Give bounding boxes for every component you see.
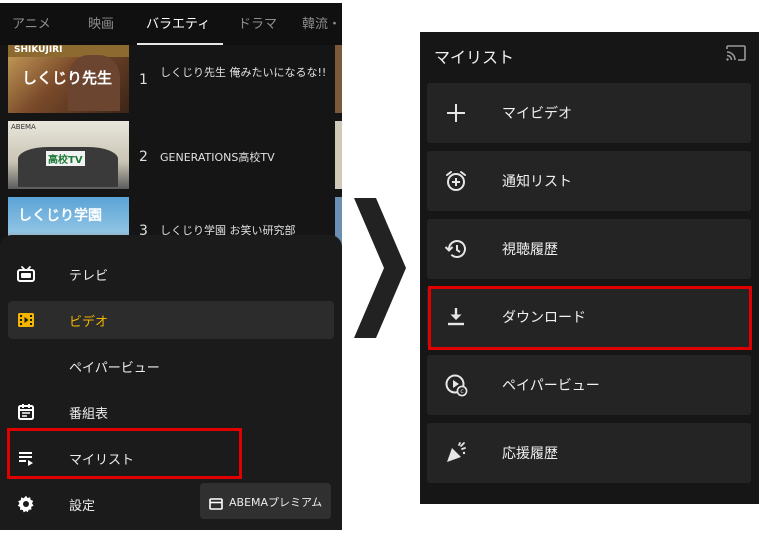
tv-icon — [16, 264, 36, 284]
chevron-right-icon — [354, 198, 406, 338]
plus-icon — [444, 101, 468, 125]
card-icon — [209, 495, 223, 514]
tab-variety[interactable]: バラエティ — [146, 13, 210, 32]
tab-movie[interactable]: 映画 — [88, 13, 114, 32]
item-label: ペイパービュー — [502, 378, 600, 394]
download-highlight-box — [428, 286, 752, 350]
menu-item-program-guide[interactable]: 番組表 — [8, 393, 334, 431]
ranking-item[interactable]: ABEMA 高校TV 2 GENERATIONS高校TV — [0, 121, 342, 193]
gear-icon — [16, 494, 36, 514]
item-label: マイビデオ — [502, 106, 572, 122]
mylist-item-pay-per-view[interactable]: c ペイパービュー — [427, 355, 751, 415]
thumbnail-label: SHIKUJIRI — [14, 45, 63, 55]
premium-button[interactable]: ABEMAプレミアム — [200, 483, 331, 519]
rank-number: 1 — [139, 72, 148, 88]
tab-korean[interactable]: 韓流・ — [302, 13, 341, 32]
cast-icon[interactable] — [725, 44, 747, 66]
menu-item-label: 設定 — [69, 499, 96, 514]
right-screen: マイリスト マイビデオ 通知リスト 視聴履歴 ダウンロード c ペイパービュー — [420, 32, 759, 504]
menu-item-label: ビデオ — [69, 315, 109, 330]
menu-item-label: 番組表 — [69, 407, 109, 422]
menu-item-video[interactable]: ビデオ — [8, 301, 334, 339]
thumbnail: SHIKUJIRI しくじり先生 — [8, 45, 129, 113]
mylist-item-watch-history[interactable]: 視聴履歴 — [427, 219, 751, 279]
thumbnail-title: しくじり先生 — [22, 69, 113, 87]
menu-item-pay-per-view[interactable]: ペイパービュー — [8, 347, 334, 385]
program-title: しくじり先生 俺みたいになるな!! — [160, 66, 327, 79]
mylist-highlight-box — [7, 428, 242, 479]
tab-anime[interactable]: アニメ — [12, 13, 51, 32]
next-thumbnail — [335, 121, 342, 189]
mylist-item-my-video[interactable]: マイビデオ — [427, 83, 751, 143]
ranking-item[interactable]: SHIKUJIRI しくじり先生 1 しくじり先生 俺みたいになるな!! — [0, 45, 342, 117]
next-thumbnail — [335, 45, 342, 113]
menu-item-label: テレビ — [69, 269, 109, 284]
tab-drama[interactable]: ドラマ — [238, 13, 277, 32]
alarm-add-icon — [444, 169, 468, 193]
item-label: 通知リスト — [502, 174, 572, 190]
thumbnail-title: しくじり学園 — [18, 208, 102, 224]
thumbnail-title: 高校TV — [46, 151, 85, 166]
category-tabs: アニメ 映画 バラエティ ドラマ 韓流・ — [0, 3, 342, 45]
history-icon — [444, 237, 468, 261]
svg-text:c: c — [460, 388, 463, 395]
rank-number: 2 — [139, 149, 148, 165]
mylist-item-cheer-history[interactable]: 応援履歴 — [427, 423, 751, 483]
cheer-icon — [444, 441, 468, 465]
mylist-item-notification-list[interactable]: 通知リスト — [427, 151, 751, 211]
premium-button-label: ABEMAプレミアム — [229, 496, 323, 509]
thumbnail: ABEMA 高校TV — [8, 121, 129, 189]
item-label: 視聴履歴 — [502, 242, 558, 258]
calendar-icon — [16, 402, 36, 422]
thumbnail-label: ABEMA — [11, 123, 36, 131]
menu-item-tv[interactable]: テレビ — [8, 255, 334, 293]
menu-item-label: ペイパービュー — [69, 361, 160, 376]
video-icon — [16, 310, 36, 330]
item-label: 応援履歴 — [502, 446, 558, 462]
page-title: マイリスト — [434, 48, 515, 67]
navigation-menu: テレビ ビデオ ペイパービュー 番組表 マイリスト 設定 ABEMAプレミアム — [0, 235, 342, 530]
program-title: GENERATIONS高校TV — [160, 151, 275, 164]
pay-per-view-icon: c — [444, 373, 468, 397]
